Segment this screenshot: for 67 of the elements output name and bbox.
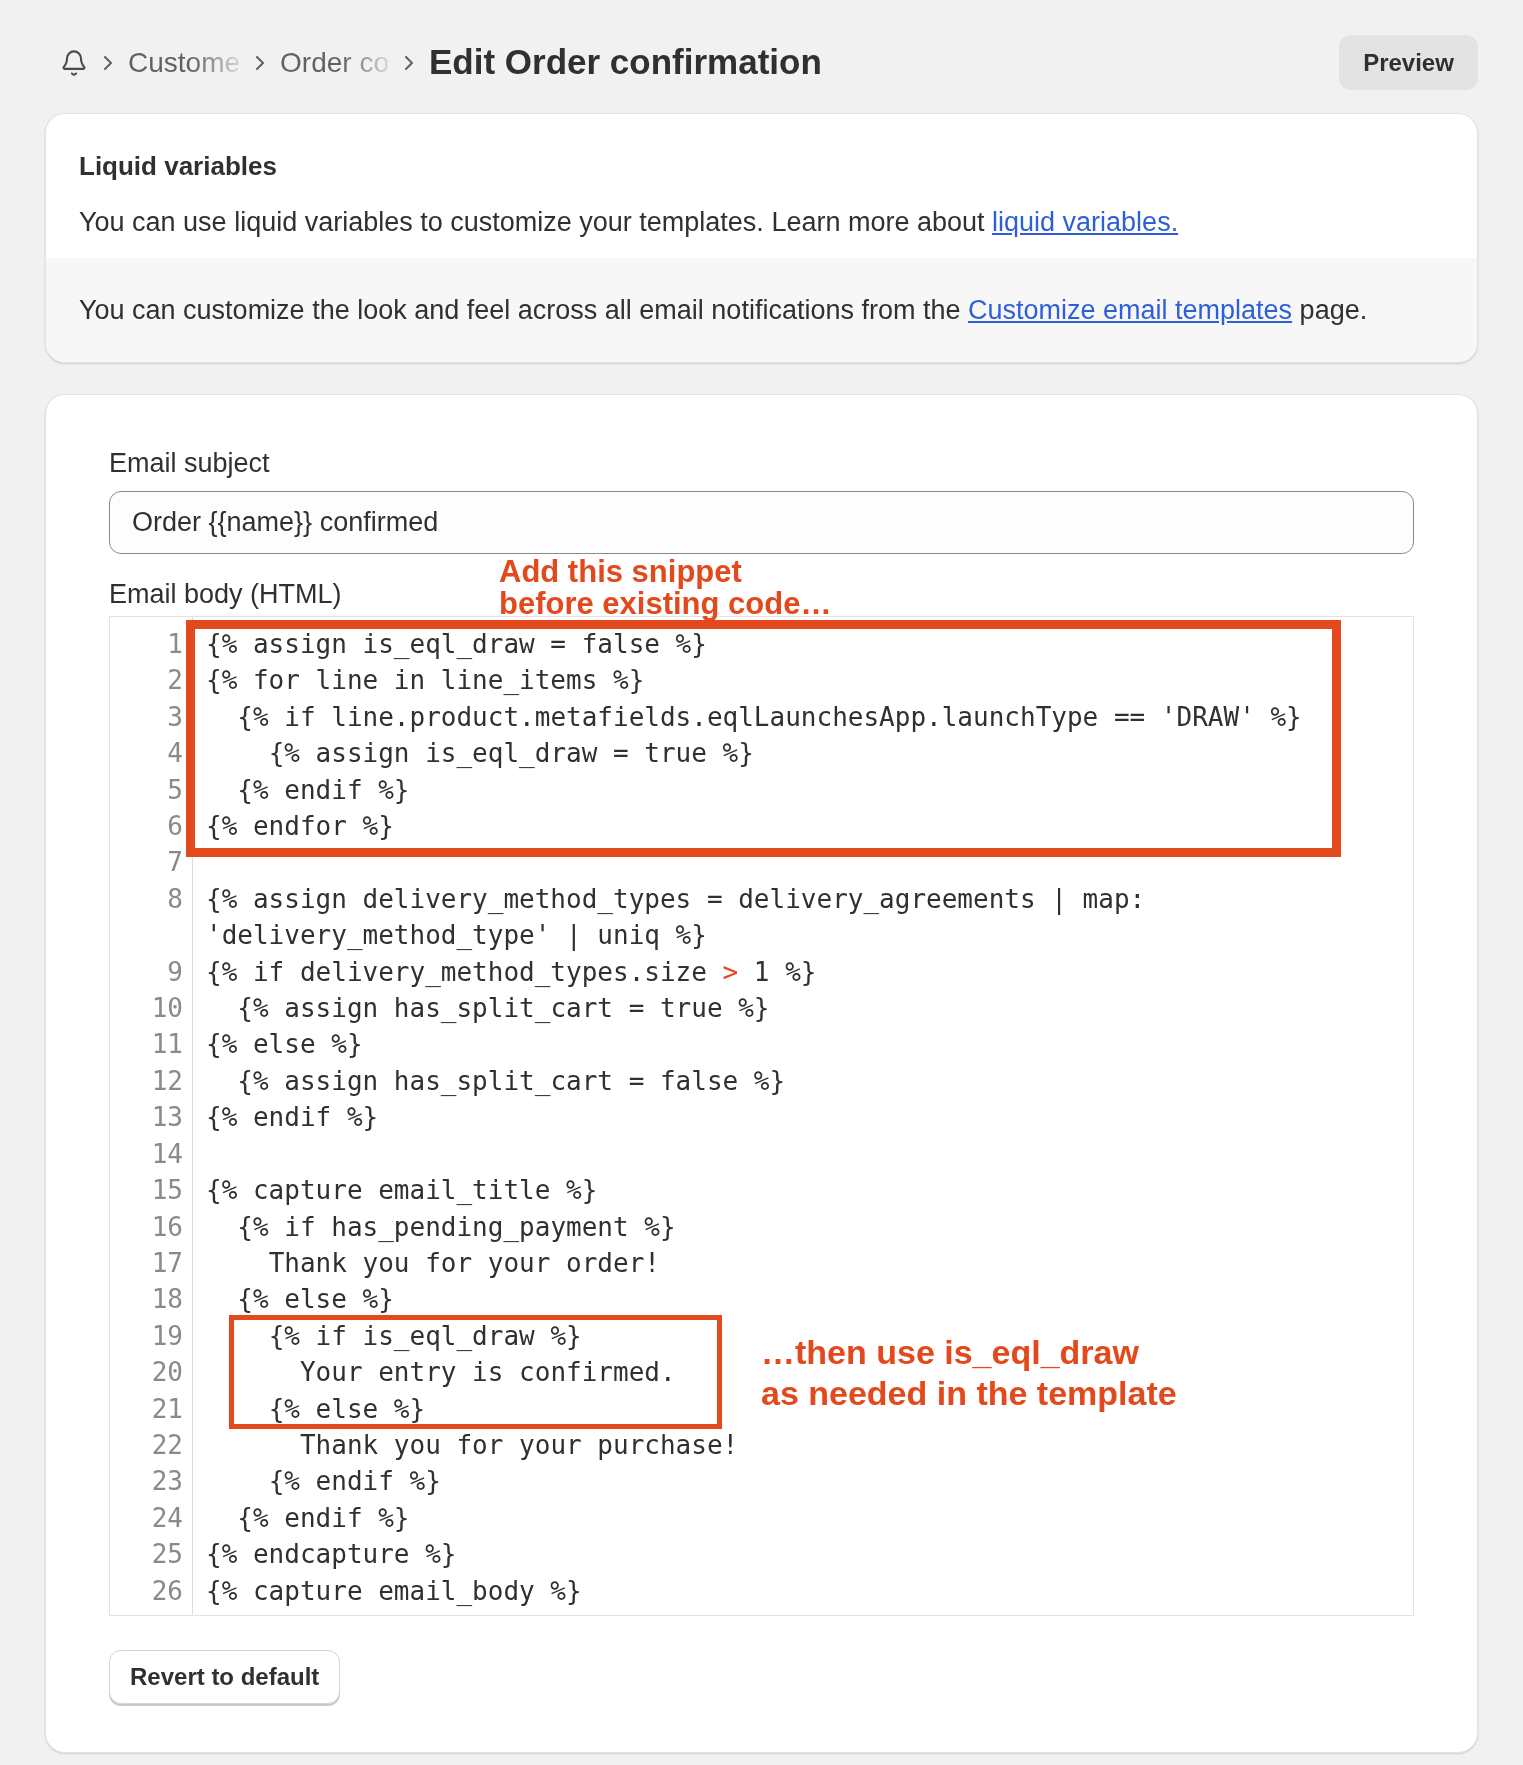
code-line: {% assign is_eql_draw = false %} [206,629,707,659]
line-number: 26 [151,1575,183,1606]
line-number: 13 [151,1102,183,1133]
code-line: {% else %} [236,1284,394,1315]
code-line: {% endif %} [236,774,410,805]
code-line: {% assign has_split_cart = true %} [236,993,770,1024]
line-number: 19 [151,1320,183,1351]
line-number: 2 [167,665,183,696]
chevron-right-icon [104,55,112,70]
liquid-variables-link[interactable]: liquid variables. [992,207,1179,237]
code-line: {% assign delivery_method_types = delivery_agreements | map: 'delivery_method_type' | uniq %} [206,883,1147,951]
line-number: 24 [151,1502,183,1533]
line-number: 20 [151,1357,183,1388]
line-number: 11 [151,1029,183,1060]
chevron-right-icon [256,55,265,70]
line-number: 21 [151,1393,183,1424]
line-number: 8 [167,883,183,914]
line-number: 14 [151,1138,183,1169]
code-line: Thank you for your purchase! [298,1429,739,1460]
line-number: 5 [167,774,183,805]
code-line: {% if has_pending_payment %} [236,1211,676,1242]
line-number: 1 [167,629,183,659]
line-number: 25 [151,1539,183,1570]
subject-input[interactable]: Order {{name}} confirmed [109,491,1414,554]
code-line: Your entry is confirmed. [298,1357,676,1388]
line-number: 18 [151,1284,183,1315]
code-line: {% if delivery_method_types.size > 1 %} [206,956,817,987]
code-line: {% assign is_eql_draw = true %} [267,738,754,769]
line-number: 7 [167,847,183,878]
intro-text: You can use liquid variables to customize your templates. Learn more about liquid variables. [79,206,1179,238]
code-line: {% if line.product.metafields.eqlLaunchesApp.launchType == 'DRAW' %} [236,701,1302,732]
line-number: 6 [167,811,183,842]
line-number: 3 [167,701,183,732]
line-number: 15 [151,1175,183,1206]
annotation-note: …then use is_eql_draw as needed in the template [761,1332,1177,1414]
code-line: Thank you for your order! [267,1247,660,1278]
footer-text: You can customize the look and feel across all email notifications from the Customize email templates page. [79,294,1368,326]
code-line: {% endfor %} [206,811,394,842]
preview-button[interactable]: Preview [1339,35,1478,90]
code-line: {% capture email_body %} [206,1575,582,1606]
code-line: {% endif %} [236,1502,410,1533]
code-line: {% else %} [267,1393,426,1424]
code-line: {% assign has_split_cart = false %} [236,1065,786,1096]
code-line: {% else %} [206,1029,363,1060]
customize-templates-link[interactable]: Customize email templates [968,295,1293,325]
card-title: Liquid variables [79,150,278,182]
line-number: 4 [167,738,183,769]
line-number: 16 [151,1211,183,1242]
field-label: Email body (HTML) [109,578,342,610]
line-number: 12 [151,1065,183,1096]
line-number: 22 [151,1429,183,1460]
line-number: 23 [151,1466,183,1497]
revert-button[interactable]: Revert to default [109,1649,341,1704]
code-line: {% endif %} [267,1466,441,1497]
code-line: {% for line in line_items %} [206,665,645,696]
code-line: {% endcapture %} [206,1539,457,1570]
field-label: Email subject [109,447,270,479]
code-line: {% endif %} [206,1102,379,1133]
line-number: 17 [151,1247,183,1278]
annotation-note: Add this snippet before existing code… [499,556,832,620]
line-number: 10 [151,993,183,1024]
page-title: Edit Order confirmation [429,41,822,84]
bell-icon[interactable] [60,48,88,77]
code-line: {% capture email_title %} [206,1175,598,1206]
code-line: {% if is_eql_draw %} [267,1320,582,1351]
chevron-right-icon [405,55,413,70]
line-number: 9 [167,956,183,987]
